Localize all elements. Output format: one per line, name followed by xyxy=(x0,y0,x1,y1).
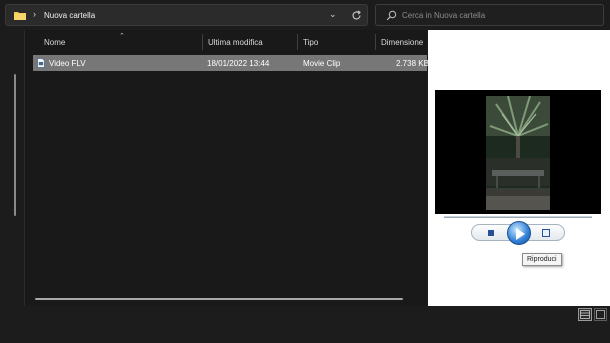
column-header-type-label: Tipo xyxy=(303,38,319,47)
file-size: 2.738 KB xyxy=(396,59,429,68)
play-button[interactable] xyxy=(507,221,531,245)
column-header-name[interactable]: Nome xyxy=(38,30,201,54)
column-header-size[interactable]: Dimensione xyxy=(375,30,427,54)
video-preview-frame[interactable] xyxy=(435,90,601,214)
column-header-modified[interactable]: Ultima modifica xyxy=(202,30,297,54)
refresh-icon[interactable] xyxy=(351,10,362,21)
seek-bar[interactable] xyxy=(444,216,592,218)
details-view-glyph xyxy=(580,310,590,319)
navigation-pane[interactable] xyxy=(0,30,24,306)
file-type: Movie Clip xyxy=(303,59,341,68)
large-icons-view-icon[interactable] xyxy=(594,308,607,321)
video-thumbnail xyxy=(486,96,550,210)
stop-icon[interactable] xyxy=(488,230,494,236)
file-list[interactable]: ⌃ Nome Ultima modifica Tipo Dimensione V… xyxy=(25,30,429,306)
horizontal-scrollbar[interactable] xyxy=(35,298,403,300)
search-box[interactable] xyxy=(375,4,604,26)
file-modified: 18/01/2022 13:44 xyxy=(207,59,270,68)
file-row-video-flv[interactable]: Video FLV 18/01/2022 13:44 Movie Clip 2.… xyxy=(33,55,429,71)
column-header-type[interactable]: Tipo xyxy=(297,30,375,54)
column-header-name-label: Nome xyxy=(44,38,66,47)
details-view-icon[interactable] xyxy=(578,308,592,321)
breadcrumb-chevron-icon[interactable]: › xyxy=(33,9,36,19)
search-icon xyxy=(386,10,397,21)
address-history-dropdown-icon[interactable]: ⌄ xyxy=(329,9,337,20)
fullscreen-icon[interactable] xyxy=(542,229,550,237)
folder-icon xyxy=(14,12,26,20)
column-header-size-label: Dimensione xyxy=(381,38,424,47)
file-name: Video FLV xyxy=(49,59,86,68)
search-input[interactable] xyxy=(402,8,597,22)
play-tooltip: Riproduci xyxy=(522,253,562,266)
media-controls xyxy=(471,221,565,245)
video-file-icon xyxy=(37,58,45,68)
large-icons-view-glyph xyxy=(596,310,605,319)
breadcrumb-current-folder[interactable]: Nuova cartella xyxy=(44,11,95,20)
address-bar[interactable]: › Nuova cartella ⌄ xyxy=(5,4,368,26)
column-header-modified-label: Ultima modifica xyxy=(208,38,263,47)
navigation-pane-scrollbar[interactable] xyxy=(14,74,16,216)
play-icon xyxy=(516,228,525,240)
preview-pane: Riproduci xyxy=(428,30,610,306)
